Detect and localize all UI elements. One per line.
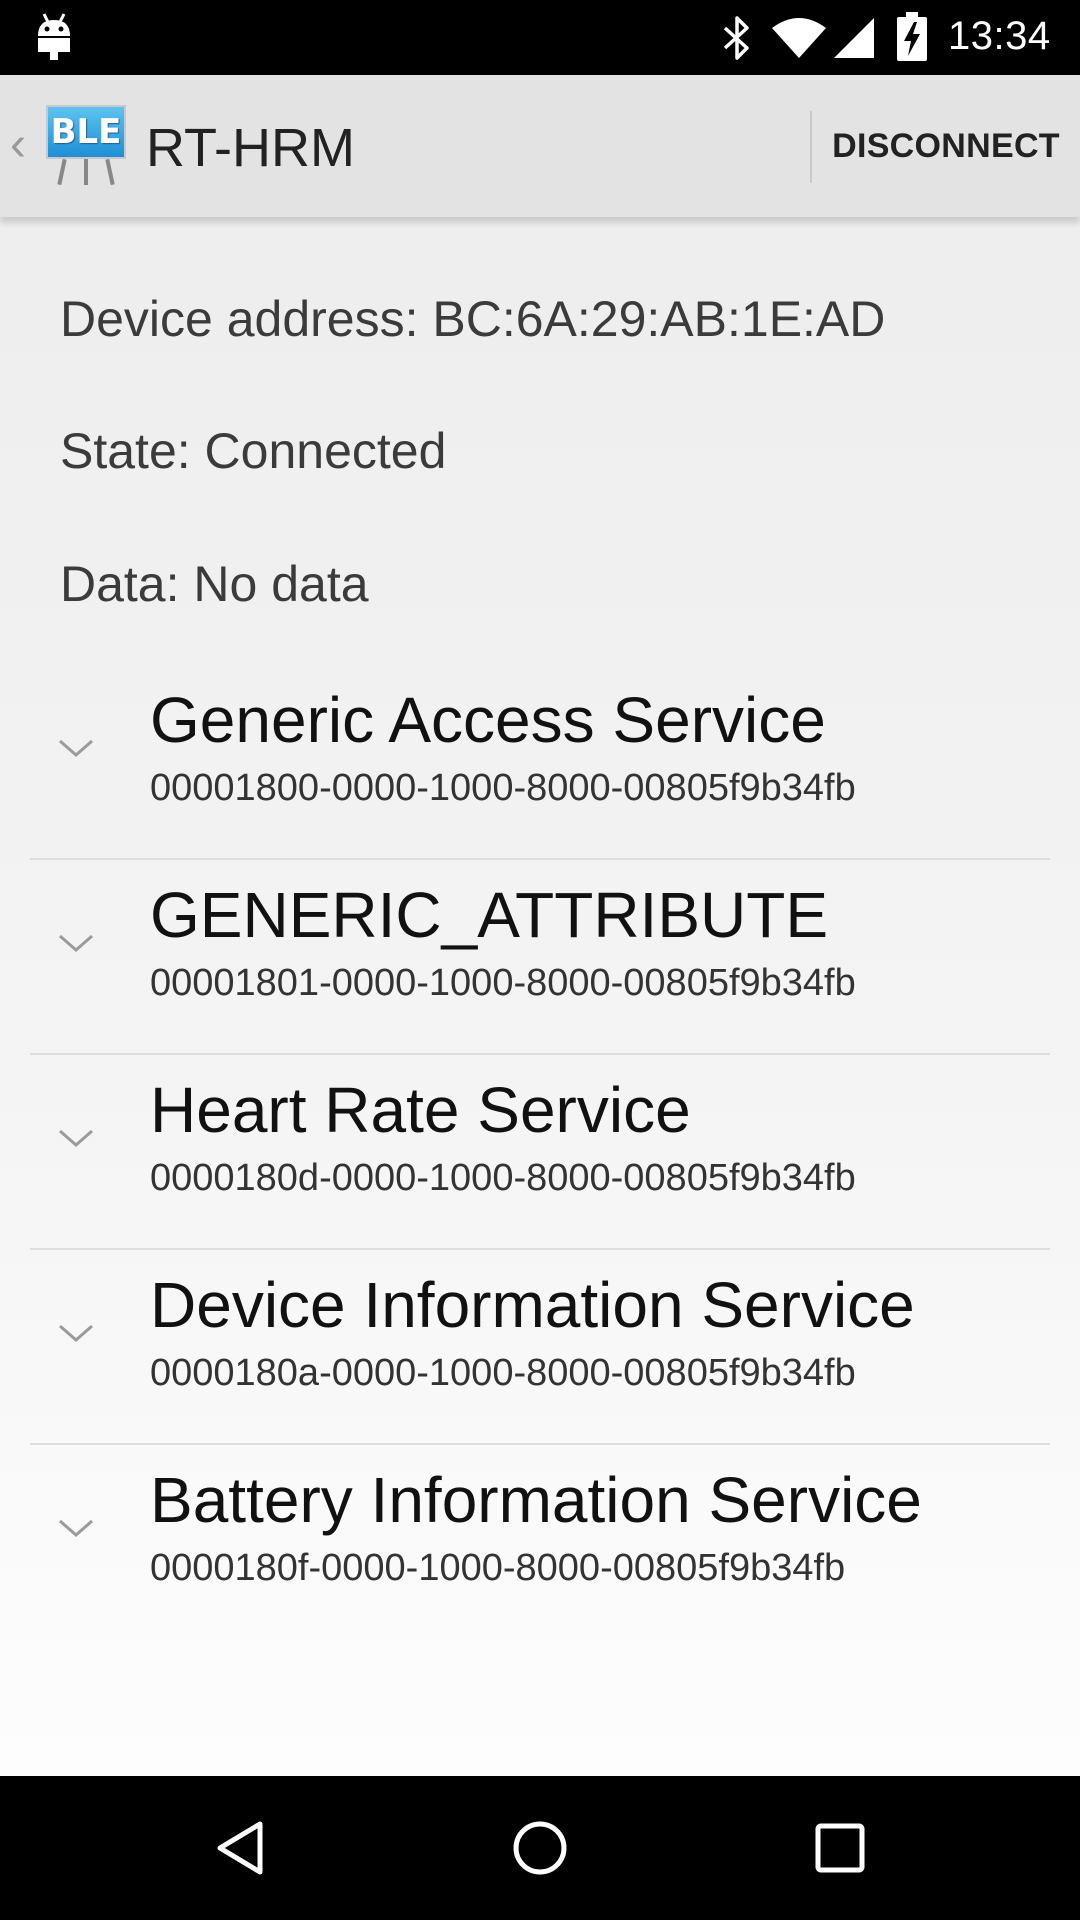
home-icon xyxy=(513,1821,567,1875)
device-address-label: Device address: BC:6A:29:AB:1E:AD xyxy=(60,291,886,347)
service-name: Heart Rate Service xyxy=(150,1074,691,1146)
service-item-generic-access[interactable]: Generic Access Service 00001800-0000-100… xyxy=(30,665,1050,860)
wifi-icon xyxy=(772,18,826,58)
data-label: Data: No data xyxy=(60,556,369,612)
service-name: Battery Information Service xyxy=(150,1464,922,1536)
service-item-battery-information[interactable]: Battery Information Service 0000180f-000… xyxy=(30,1445,1050,1638)
service-name: Generic Access Service xyxy=(150,684,826,756)
service-item-generic-attribute[interactable]: GENERIC_ATTRIBUTE 00001801-0000-1000-800… xyxy=(30,860,1050,1055)
service-uuid: 00001801-0000-1000-8000-00805f9b34fb xyxy=(150,962,856,1004)
chevron-down-icon xyxy=(59,1324,93,1342)
service-name: GENERIC_ATTRIBUTE xyxy=(150,879,828,951)
connection-state-label: State: Connected xyxy=(60,423,447,479)
android-icon xyxy=(38,13,70,60)
home-button[interactable] xyxy=(492,1800,588,1896)
chevron-down-icon xyxy=(59,1519,93,1537)
back-icon xyxy=(217,1821,263,1875)
page-title: RT-HRM xyxy=(146,118,355,178)
battery-charging-icon xyxy=(897,12,927,61)
service-uuid: 0000180a-0000-1000-8000-00805f9b34fb xyxy=(150,1352,856,1394)
app-logo[interactable]: BLE xyxy=(42,105,128,189)
status-time: 13:34 xyxy=(948,14,1051,58)
action-bar: ‹ BLE RT-HRM DISCONNECT xyxy=(0,75,1080,217)
recents-button[interactable] xyxy=(792,1800,888,1896)
service-item-device-information[interactable]: Device Information Service 0000180a-0000… xyxy=(30,1250,1050,1445)
status-bar: 13:34 xyxy=(0,0,1080,75)
chevron-down-icon xyxy=(59,1129,93,1147)
disconnect-button[interactable]: DISCONNECT xyxy=(812,75,1080,217)
service-name: Device Information Service xyxy=(150,1269,915,1341)
bluetooth-icon xyxy=(723,16,749,60)
service-uuid: 00001800-0000-1000-8000-00805f9b34fb xyxy=(150,767,856,809)
cell-signal-icon xyxy=(834,18,874,58)
chevron-down-icon xyxy=(59,934,93,952)
back-button[interactable] xyxy=(192,1800,288,1896)
service-uuid: 0000180d-0000-1000-8000-00805f9b34fb xyxy=(150,1157,856,1199)
recents-icon xyxy=(815,1823,865,1873)
service-item-heart-rate[interactable]: Heart Rate Service 0000180d-0000-1000-80… xyxy=(30,1055,1050,1250)
service-uuid: 0000180f-0000-1000-8000-00805f9b34fb xyxy=(150,1547,846,1589)
chevron-down-icon xyxy=(59,739,93,757)
app-logo-text: BLE xyxy=(46,105,126,159)
navigation-bar xyxy=(0,1776,1080,1920)
services-list: Generic Access Service 00001800-0000-100… xyxy=(30,665,1050,1638)
up-navigation-icon[interactable]: ‹ xyxy=(10,117,26,172)
